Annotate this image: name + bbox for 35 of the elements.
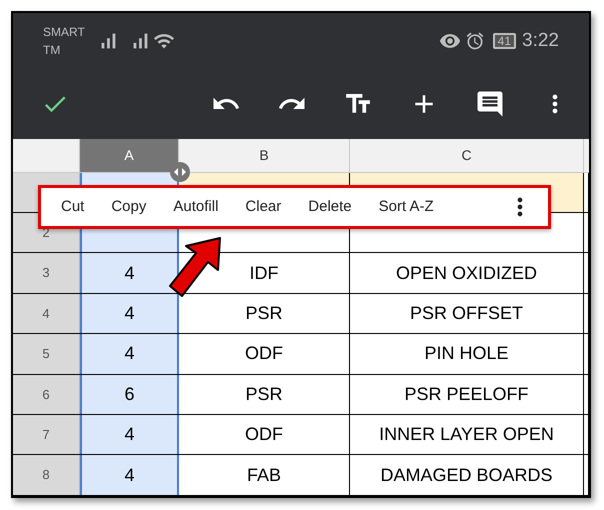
- table-cell: 4: [80, 455, 179, 495]
- table-cell: PSR PEELOFF: [350, 374, 584, 414]
- row-number[interactable]: 4: [13, 294, 80, 334]
- carrier-name: TM: [43, 42, 62, 59]
- menu-item[interactable]: Delete: [308, 196, 352, 218]
- table-cell: OPEN OXIDIZED: [350, 253, 584, 293]
- table-cell: 4: [80, 253, 179, 293]
- table-cell: PSR: [179, 374, 350, 414]
- table-cell: PIN HOLE: [350, 334, 584, 374]
- menu-item[interactable]: Sort A-Z: [378, 196, 434, 218]
- menu-item[interactable]: Copy: [111, 196, 146, 218]
- menu-item[interactable]: Clear: [245, 196, 282, 218]
- menu-item[interactable]: Autofill: [173, 196, 218, 218]
- row-number[interactable]: 7: [13, 414, 80, 454]
- row-number[interactable]: 5: [13, 334, 80, 374]
- row-number[interactable]: 8: [13, 455, 80, 495]
- battery-level: 41: [492, 33, 516, 49]
- column-header[interactable]: A: [80, 139, 179, 172]
- table-cell: 4: [80, 294, 179, 334]
- table-cell: ODF: [179, 334, 350, 374]
- row-number[interactable]: 3: [13, 253, 80, 293]
- clock: 3:22: [522, 28, 559, 53]
- table-cell: 6: [80, 374, 179, 414]
- table-cell: ODF: [179, 414, 350, 454]
- table-cell: PSR OFFSET: [350, 294, 584, 334]
- table-cell: DAMAGED BOARDS: [350, 455, 584, 495]
- row-number[interactable]: 6: [13, 374, 80, 414]
- table-cell: 4: [80, 334, 179, 374]
- carrier-name: SMART: [43, 24, 86, 41]
- column-header[interactable]: C: [350, 139, 584, 172]
- table-cell: FAB: [179, 455, 350, 495]
- comment-icon[interactable]: [475, 89, 505, 119]
- table-cell: INNER LAYER OPEN: [350, 414, 584, 454]
- alarm-icon: [464, 31, 485, 51]
- table-cell: 4: [80, 414, 179, 454]
